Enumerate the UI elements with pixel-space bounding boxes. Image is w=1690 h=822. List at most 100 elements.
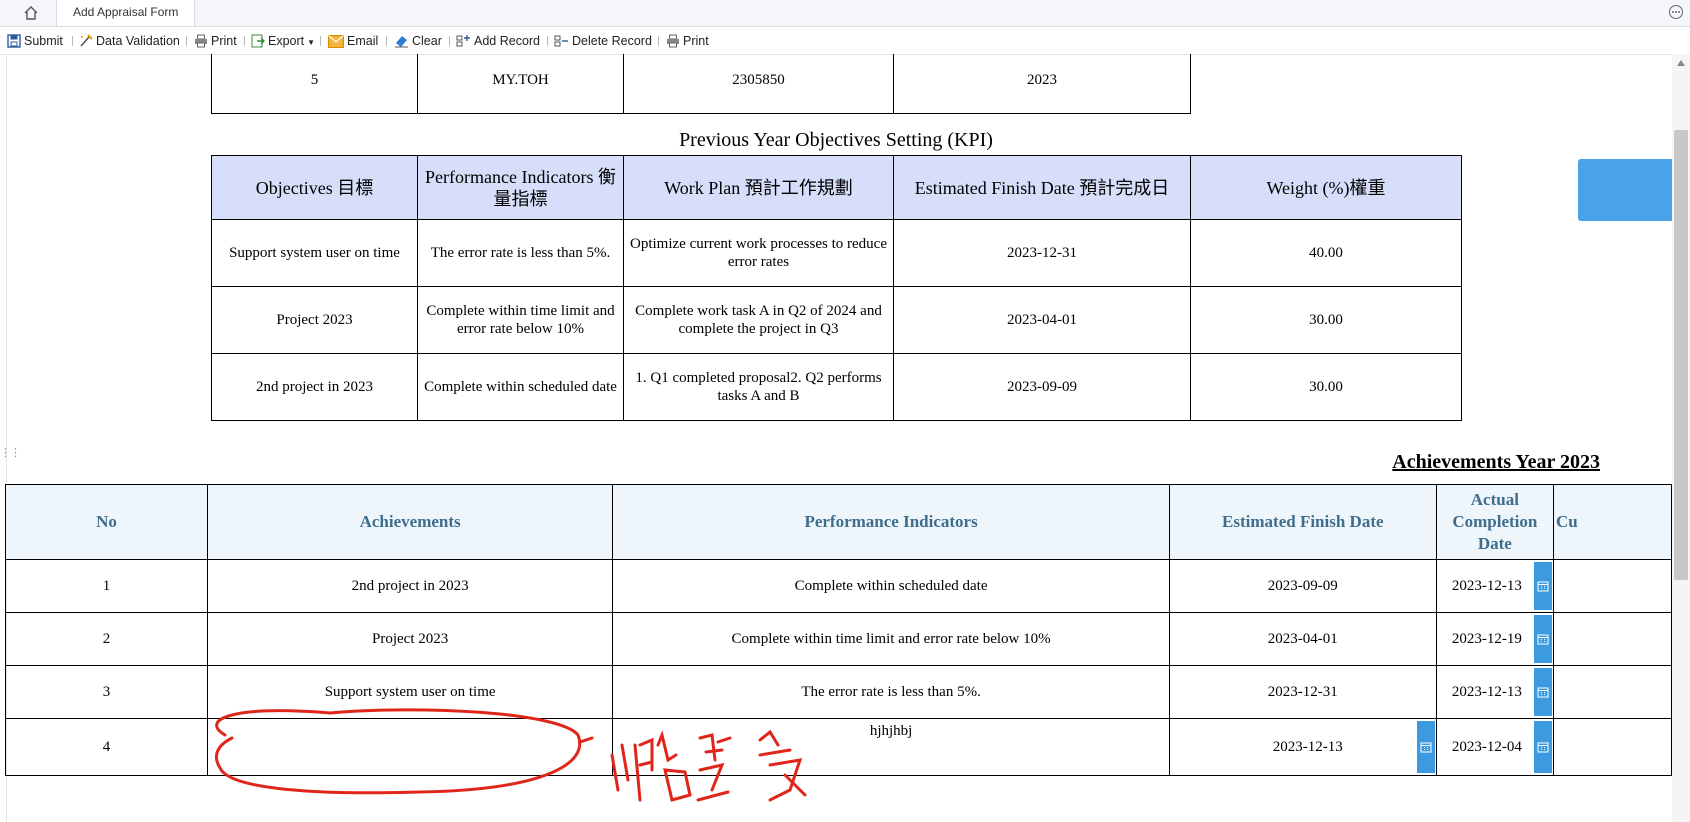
kpi-cell: 30.00	[1190, 353, 1462, 421]
calendar-icon[interactable]	[1534, 668, 1553, 716]
table-row: 5 MY.TOH 2305850 2023	[211, 54, 1191, 114]
print-label-2: Print	[683, 34, 709, 48]
add-record-icon	[456, 35, 470, 47]
kpi-cell: 30.00	[1190, 286, 1462, 354]
kpi-header-row: Objectives 目標 Performance Indicators 衡量指…	[211, 155, 1462, 220]
kpi-cell: 40.00	[1190, 219, 1462, 287]
export-label: Export	[268, 34, 305, 48]
ach-cell-indicator: Complete within time limit and error rat…	[612, 612, 1170, 666]
ach-cell-achievement: 2nd project in 2023	[207, 559, 614, 613]
actual-date-value[interactable]: 2023-12-19	[1441, 614, 1533, 665]
actual-date-picker[interactable]: 2023-12-13	[1435, 559, 1555, 613]
submit-label: Submit	[24, 34, 63, 48]
achievements-header-row: No Achievements Performance Indicators E…	[4, 484, 1672, 560]
table-row: 2nd project in 2023 Complete within sche…	[211, 353, 1462, 421]
table-row: 3 Support system user on time The error …	[4, 665, 1672, 719]
ach-cell-cu	[1553, 559, 1672, 613]
info-cell-year: 2023	[893, 54, 1191, 114]
scrollbar-thumb[interactable]	[1674, 130, 1688, 580]
actual-date-value[interactable]: 2023-12-13	[1441, 667, 1533, 718]
submit-icon	[7, 34, 21, 48]
drag-handle-icon[interactable]: ⋮⋮	[0, 446, 21, 459]
form-content: 5 MY.TOH 2305850 2023 Previous Year Obje…	[0, 54, 1672, 822]
ach-cell-achievement: Project 2023	[207, 612, 614, 666]
clear-button[interactable]: Clear	[394, 32, 442, 50]
kpi-cell: 2023-04-01	[893, 286, 1191, 354]
indicator-input[interactable]: hjhjhbj	[870, 723, 913, 739]
actual-date-value[interactable]: 2023-12-13	[1441, 561, 1533, 612]
calendar-icon[interactable]	[1416, 721, 1435, 773]
info-cell-no: 5	[211, 54, 418, 114]
ach-cell-cu	[1553, 718, 1672, 776]
kpi-header-objectives: Objectives 目標	[211, 155, 418, 220]
ach-cell-no: 3	[4, 665, 209, 719]
actual-date-value[interactable]: 2023-12-04	[1441, 720, 1533, 775]
kpi-header-indicators: Performance Indicators 衡量指標	[417, 155, 624, 220]
delete-record-icon	[554, 35, 568, 47]
kpi-cell: 2nd project in 2023	[211, 353, 418, 421]
ach-cell-indicator: Complete within scheduled date	[612, 559, 1170, 613]
calendar-icon[interactable]	[1534, 721, 1553, 773]
ach-header-actual-date: Actual Completion Date	[1435, 484, 1555, 560]
validation-icon	[80, 34, 93, 47]
actual-date-picker[interactable]: 2023-12-19	[1435, 612, 1555, 666]
export-icon	[251, 34, 265, 48]
ach-cell-indicator: The error rate is less than 5%.	[612, 665, 1170, 719]
kpi-cell: Complete within time limit and error rat…	[417, 286, 624, 354]
ach-cell-cu	[1553, 612, 1672, 666]
ach-cell-finish-date: 2023-12-31	[1168, 665, 1437, 719]
kpi-header-finish-date: Estimated Finish Date 預計完成日	[893, 155, 1191, 220]
add-record-button[interactable]: Add Record	[456, 32, 540, 50]
tab-add-appraisal-form[interactable]: Add Appraisal Form	[56, 0, 196, 26]
submit-button[interactable]: Submit	[7, 32, 63, 50]
email-label: Email	[347, 34, 379, 48]
home-icon[interactable]	[22, 4, 40, 22]
email-icon	[328, 35, 344, 48]
calendar-icon[interactable]	[1534, 562, 1553, 610]
ach-header-finish-date: Estimated Finish Date	[1168, 484, 1437, 560]
kpi-header-work-plan: Work Plan 預計工作規劃	[623, 155, 894, 220]
ach-cell-no: 1	[4, 559, 209, 613]
ach-cell-achievement: Support system user on time	[207, 665, 614, 719]
ach-header-achievements: Achievements	[207, 484, 614, 560]
calendar-icon[interactable]	[1534, 615, 1553, 663]
table-row: Project 2023 Complete within time limit …	[211, 286, 1462, 354]
chevron-down-icon: ▼	[307, 38, 316, 47]
side-action-button[interactable]	[1578, 159, 1672, 221]
ach-cell-finish-date: 2023-09-09	[1168, 559, 1437, 613]
ach-header-cu: Cu	[1553, 484, 1672, 560]
employee-info-table: 5 MY.TOH 2305850 2023	[211, 54, 1191, 114]
achievement-input-cell[interactable]	[207, 718, 614, 776]
table-row: 1 2nd project in 2023 Complete within sc…	[4, 559, 1672, 613]
ach-header-no: No	[4, 484, 209, 560]
kpi-cell: Complete within scheduled date	[417, 353, 624, 421]
kpi-section-title: Previous Year Objectives Setting (KPI)	[679, 129, 993, 151]
actual-date-picker[interactable]: 2023-12-04	[1435, 718, 1555, 776]
data-validation-button[interactable]: Data Validation	[79, 32, 180, 50]
print-button-2[interactable]: Print	[666, 32, 709, 50]
kpi-cell: 1. Q1 completed proposal2. Q2 performs t…	[623, 353, 894, 421]
tab-bar: Add Appraisal Form	[0, 0, 1690, 27]
print-icon	[667, 34, 679, 48]
ach-cell-no: 2	[4, 612, 209, 666]
achievements-table: No Achievements Performance Indicators E…	[4, 484, 1672, 776]
finish-date-picker[interactable]: 2023-12-13	[1168, 718, 1437, 776]
delete-record-button[interactable]: Delete Record	[554, 32, 652, 50]
kpi-table: Objectives 目標 Performance Indicators 衡量指…	[211, 155, 1462, 421]
kpi-cell: 2023-09-09	[893, 353, 1191, 421]
indicator-input-cell[interactable]: hjhjhbj	[612, 718, 1170, 776]
table-row: Support system user on time The error ra…	[211, 219, 1462, 287]
toolbar: Submit Data Validation Print Export ▼ Ema…	[0, 27, 1690, 55]
table-row-editable: 4 hjhjhbj 2023-12-13 2023-12-04	[4, 718, 1672, 776]
email-button[interactable]: Email	[328, 32, 378, 50]
more-icon[interactable]	[1668, 4, 1684, 20]
scroll-up-icon[interactable]	[1677, 60, 1685, 66]
finish-date-value[interactable]: 2023-12-13	[1200, 720, 1416, 775]
achievements-section-title: Achievements Year 2023	[1392, 451, 1600, 473]
kpi-header-weight: Weight (%)權重	[1190, 155, 1462, 220]
export-button[interactable]: Export ▼	[251, 32, 315, 50]
actual-date-picker[interactable]: 2023-12-13	[1435, 665, 1555, 719]
delete-record-label: Delete Record	[572, 34, 652, 48]
ach-cell-no: 4	[4, 718, 209, 776]
print-button[interactable]: Print	[194, 32, 237, 50]
